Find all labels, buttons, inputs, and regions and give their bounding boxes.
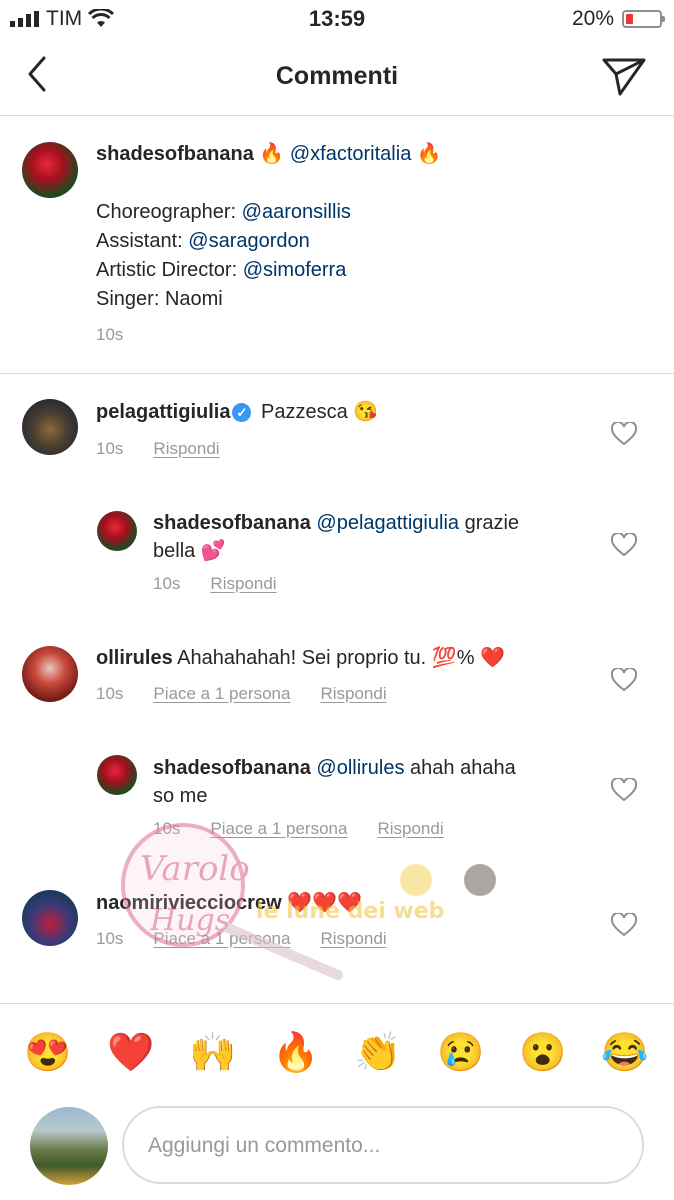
- caption-header: shadesofbanana 🔥 @xfactoritalia 🔥: [96, 140, 442, 168]
- timestamp: 10s: [96, 325, 124, 344]
- comment-text: shadesofbanana @pelagattigiulia grazie b…: [153, 509, 593, 565]
- comment-emoji: 😘: [353, 401, 379, 423]
- comment-line: bella 💕: [153, 537, 593, 565]
- comment-text: ollirules Ahahahahah! Sei proprio tu. 💯%…: [96, 644, 505, 672]
- heart-icon[interactable]: [611, 778, 637, 802]
- comment-line: shadesofbanana @ollirules ahah ahaha: [153, 754, 593, 782]
- avatar[interactable]: [97, 755, 137, 795]
- comment-input[interactable]: [146, 1126, 620, 1166]
- battery-icon: [622, 10, 665, 28]
- comment-body: grazie: [459, 512, 520, 534]
- comment-input-wrapper: [122, 1106, 644, 1184]
- comment-body: bella: [153, 540, 196, 562]
- reply-button[interactable]: Rispondi: [320, 929, 386, 949]
- caption-username[interactable]: shadesofbanana: [96, 143, 254, 165]
- avatar[interactable]: [97, 511, 137, 551]
- credit-value: Naomi: [164, 288, 223, 310]
- credit-mention[interactable]: @simoferra: [243, 259, 347, 281]
- timestamp: 10s: [153, 574, 181, 593]
- avatar[interactable]: [22, 890, 78, 946]
- fire-emoji: 🔥: [259, 143, 285, 165]
- credit-mention[interactable]: @saragordon: [188, 230, 309, 252]
- comment-emoji: 💕: [200, 540, 226, 562]
- comment-text: pelagattigiulia ✓ Pazzesca 😘: [96, 398, 378, 426]
- reply-button[interactable]: Rispondi: [210, 574, 276, 594]
- emoji-heart-eyes-button[interactable]: 😍: [21, 1030, 75, 1076]
- fire-emoji: 🔥: [416, 143, 442, 165]
- credit-line: Assistant: @saragordon: [96, 227, 310, 255]
- watermark-text: Varolo: [140, 849, 250, 889]
- timestamp: 10s: [96, 929, 124, 948]
- emoji-quick-bar: 😍 ❤️ 🙌 🔥 👏 😢 😮 😂: [0, 1003, 674, 1099]
- reply-button[interactable]: Rispondi: [320, 684, 386, 704]
- comment-username[interactable]: shadesofbanana: [153, 757, 311, 779]
- comment-mention[interactable]: @ollirules: [316, 757, 404, 779]
- comment-body: Ahahahahah! Sei proprio tu.: [177, 647, 427, 669]
- nav-bar: Commenti: [0, 38, 674, 116]
- likes-count[interactable]: Piace a 1 persona: [153, 929, 290, 949]
- heart-icon[interactable]: [611, 533, 637, 557]
- avatar[interactable]: [22, 646, 78, 702]
- likes-count[interactable]: Piace a 1 persona: [210, 819, 347, 839]
- comment-emoji: ❤️: [480, 647, 505, 669]
- comment-meta: 10s Rispondi: [153, 574, 277, 594]
- comment-mention[interactable]: @pelagattigiulia: [316, 512, 459, 534]
- comment-meta: 10s Piace a 1 persona Rispondi: [96, 929, 387, 949]
- status-bar: TIM 13:59 20%: [0, 0, 674, 38]
- emoji-raised-hands-button[interactable]: 🙌: [186, 1030, 240, 1076]
- credit-label: Singer:: [96, 288, 165, 310]
- emoji-surprised-button[interactable]: 😮: [516, 1030, 570, 1076]
- timestamp: 10s: [96, 684, 124, 703]
- likes-count[interactable]: Piace a 1 persona: [153, 684, 290, 704]
- current-user-avatar: [30, 1107, 108, 1185]
- comment-text: naomiriviecciocrew ❤️❤️❤️: [96, 889, 362, 917]
- status-right: 20%: [571, 7, 665, 31]
- comment-body: ahah ahaha: [404, 757, 516, 779]
- comment-username[interactable]: shadesofbanana: [153, 512, 311, 534]
- caption-mention[interactable]: @xfactoritalia: [290, 143, 411, 165]
- credit-line: Singer: Naomi: [96, 285, 223, 313]
- reply-button[interactable]: Rispondi: [153, 439, 219, 459]
- comment-meta: 10s Piace a 1 persona Rispondi: [96, 684, 387, 704]
- verified-badge-icon: ✓: [232, 403, 252, 423]
- post-caption: shadesofbanana 🔥 @xfactoritalia 🔥 Choreo…: [0, 116, 674, 374]
- reply-button[interactable]: Rispondi: [377, 819, 443, 839]
- avatar[interactable]: [22, 399, 78, 455]
- emoji-laughing-button[interactable]: 😂: [598, 1030, 652, 1076]
- comment-emoji: ❤️❤️❤️: [287, 892, 362, 914]
- emoji-red-heart-button[interactable]: ❤️: [104, 1030, 158, 1076]
- paper-plane-icon: [602, 58, 646, 96]
- emoji-fire-button[interactable]: 🔥: [269, 1030, 323, 1076]
- timestamp: 10s: [96, 439, 124, 458]
- emoji-crying-button[interactable]: 😢: [434, 1030, 488, 1076]
- avatar[interactable]: [22, 142, 78, 198]
- emoji-clap-button[interactable]: 👏: [351, 1030, 405, 1076]
- heart-icon[interactable]: [611, 668, 637, 692]
- comment-text: shadesofbanana @ollirules ahah ahaha so …: [153, 754, 593, 810]
- comment-username[interactable]: pelagattigiulia: [96, 401, 230, 423]
- credit-line: Choreographer: @aaronsillis: [96, 198, 351, 226]
- battery-percent: 20%: [571, 7, 614, 30]
- credit-label: Assistant:: [96, 230, 189, 252]
- credit-label: Choreographer:: [96, 201, 242, 223]
- comment-username[interactable]: ollirules: [96, 647, 173, 669]
- comment-meta: 10s Rispondi: [96, 439, 220, 459]
- share-button[interactable]: [600, 52, 648, 100]
- credit-mention[interactable]: @aaronsillis: [242, 201, 351, 223]
- heart-icon[interactable]: [611, 913, 637, 937]
- comment-body: Pazzesca: [261, 401, 348, 423]
- timestamp: 10s: [153, 819, 181, 838]
- comment-line: shadesofbanana @pelagattigiulia grazie: [153, 509, 593, 537]
- heart-icon[interactable]: [611, 422, 637, 446]
- page-title: Commenti: [275, 62, 399, 90]
- comment-meta: 10s Piace a 1 persona Rispondi: [153, 819, 444, 839]
- comment-emoji: 💯%: [431, 647, 475, 669]
- comment-username[interactable]: naomiriviecciocrew: [96, 892, 282, 914]
- comment-line: so me: [153, 782, 593, 810]
- comment-body: so me: [153, 785, 208, 807]
- credit-label: Artistic Director:: [96, 259, 243, 281]
- caption-meta: 10s: [96, 325, 123, 345]
- credit-line: Artistic Director: @simoferra: [96, 256, 346, 284]
